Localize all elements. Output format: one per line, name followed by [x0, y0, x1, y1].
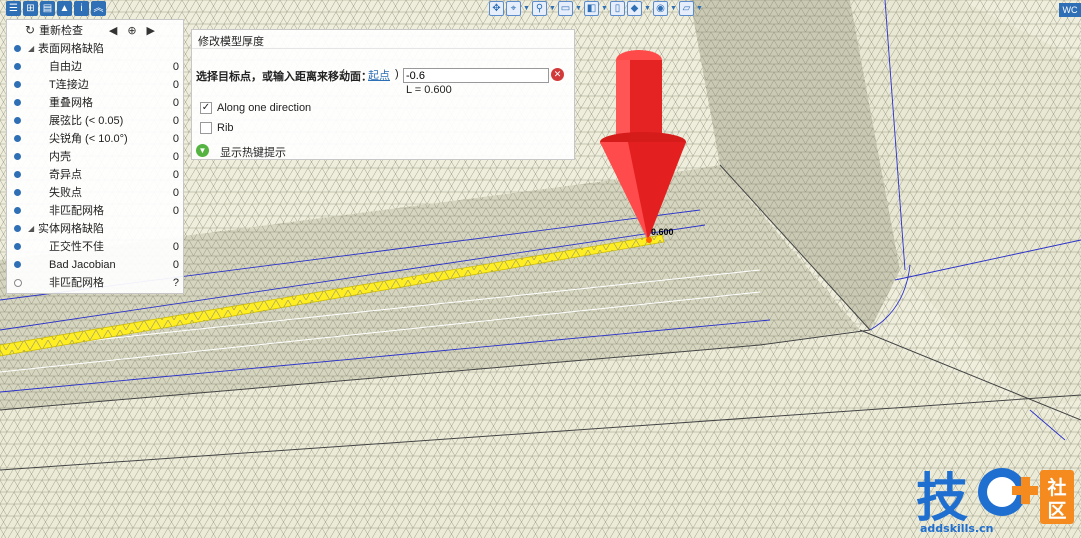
status-icon — [14, 117, 21, 124]
info-icon[interactable]: i — [74, 1, 89, 16]
recheck-button[interactable]: 重新检查 — [39, 22, 83, 38]
chevron-down-icon[interactable]: ▼ — [575, 1, 582, 16]
list-item[interactable]: 正交性不佳 0 — [7, 238, 183, 256]
list-item[interactable]: 非匹配网格? — [7, 274, 183, 292]
next-icon[interactable]: ▶ — [147, 24, 155, 37]
section-icon[interactable]: ▱ — [679, 1, 694, 16]
window-icon[interactable]: ▭ — [558, 1, 573, 16]
prev-icon[interactable]: ◀ — [109, 24, 117, 37]
length-readout: L = 0.600 — [406, 84, 452, 96]
chevron-down-icon[interactable]: ▼ — [549, 1, 556, 16]
wcs-indicator[interactable]: WC — [1059, 3, 1081, 17]
show-hotkeys-label[interactable]: 显示热键提示 — [220, 144, 286, 160]
chevron-down-icon[interactable]: ▼ — [601, 1, 608, 16]
status-icon — [14, 171, 21, 178]
tree-icon[interactable]: ⊞ — [23, 1, 38, 16]
status-icon — [14, 243, 21, 250]
status-icon — [14, 225, 21, 232]
refresh-icon[interactable]: ↻ — [25, 23, 35, 37]
status-icon — [14, 99, 21, 106]
status-icon — [14, 81, 21, 88]
logo-community-char-1: 社 — [1046, 476, 1066, 499]
dialog-title: 修改模型厚度 — [198, 36, 264, 48]
list-item[interactable]: 非匹配网格 0 — [7, 202, 183, 220]
along-one-direction-label: Along one direction — [217, 102, 312, 114]
distance-input[interactable] — [403, 68, 549, 83]
paren-open: ( — [341, 68, 345, 80]
expand-icon[interactable]: ◢ — [28, 40, 34, 58]
mesh-check-panel: ↻ 重新检查 ◀ ⊕ ▶ ◢ 表面网格缺陷 自由边 0 T连接边 0 重叠网格 0 展… — [6, 19, 184, 294]
status-icon — [14, 45, 21, 52]
list-item[interactable]: 尖锐角 (< 10.0°) 0 — [7, 130, 183, 148]
divider — [192, 48, 574, 49]
rib-label: Rib — [217, 122, 234, 134]
tools-icon[interactable]: ▲ — [57, 1, 72, 16]
status-icon — [14, 63, 21, 70]
status-icon — [14, 153, 21, 160]
status-icon — [14, 207, 21, 214]
chevron-down-icon[interactable]: ▼ — [696, 1, 703, 16]
status-icon — [14, 189, 21, 196]
panel-header: ↻ 重新检查 ◀ ⊕ ▶ — [7, 20, 183, 40]
chevron-down-icon[interactable]: ▼ — [644, 1, 651, 16]
list-item[interactable]: 展弦比 (< 0.05) 0 — [7, 112, 183, 130]
hotkey-toggle-icon[interactable]: ▼ — [196, 144, 209, 157]
logo-community-char-2: 区 — [1047, 500, 1066, 522]
menu-icon[interactable]: ☰ — [6, 1, 21, 16]
select-target-prompt: 选择目标点，或输入距离来移动面： — [196, 71, 372, 83]
list-item[interactable]: 内壳 0 — [7, 148, 183, 166]
zoom-to-icon[interactable]: ⊕ — [127, 24, 136, 37]
logo-brand-char: 技 — [916, 469, 968, 529]
logo-url: addskills.cn — [920, 522, 993, 535]
rib-checkbox[interactable] — [200, 122, 212, 134]
layers-icon[interactable]: ▤ — [40, 1, 55, 16]
paint-icon[interactable]: ◆ — [627, 1, 642, 16]
expand-icon[interactable]: ◢ — [28, 220, 34, 238]
along-one-direction-checkbox[interactable]: ✓ — [200, 102, 212, 114]
status-icon — [14, 279, 22, 287]
eye-icon[interactable]: ◉ — [653, 1, 668, 16]
chevron-down-icon[interactable]: ▼ — [670, 1, 677, 16]
group-surface-defects[interactable]: ◢ 表面网格缺陷 — [7, 40, 183, 58]
list-item[interactable]: T连接边 0 — [7, 76, 183, 94]
status-icon — [14, 261, 21, 268]
view-toolbar: ✥ ⌖ ▼ ⚲ ▼ ▭ ▼ ◧ ▼ ▯ ◆ ▼ ◉ ▼ ▱ ▼ — [489, 1, 703, 18]
clear-icon[interactable]: ✕ — [551, 68, 564, 81]
start-point-link[interactable]: 起点 — [368, 67, 390, 83]
list-item[interactable]: 失败点 0 — [7, 184, 183, 202]
modify-thickness-dialog: 修改模型厚度 选择目标点，或输入距离来移动面： ( 起点 ) ✕ L = 0.6… — [191, 29, 575, 160]
chevron-down-icon[interactable]: ▼ — [523, 1, 530, 16]
zoom-icon[interactable]: ⚲ — [532, 1, 547, 16]
status-icon — [14, 135, 21, 142]
group-solid-defects[interactable]: ◢ 实体网格缺陷 — [7, 220, 183, 238]
list-item[interactable]: 重叠网格 0 — [7, 94, 183, 112]
collapse-up-icon[interactable]: ︽ — [91, 1, 106, 16]
cube-icon[interactable]: ◧ — [584, 1, 599, 16]
target-icon[interactable]: ⌖ — [506, 1, 521, 16]
list-item[interactable]: Bad Jacobian 0 — [7, 256, 183, 274]
paren-close: ) — [395, 68, 399, 80]
list-item[interactable]: 奇异点 0 — [7, 166, 183, 184]
dimension-label: 0.600 — [651, 227, 674, 237]
page-icon[interactable]: ▯ — [610, 1, 625, 16]
list-item[interactable]: 自由边 0 — [7, 58, 183, 76]
fit-view-icon[interactable]: ✥ — [489, 1, 504, 16]
addskills-logo: 技 社 区 addskills.cn — [916, 468, 1074, 535]
left-toolbar: ☰ ⊞ ▤ ▲ i ︽ — [6, 1, 106, 18]
